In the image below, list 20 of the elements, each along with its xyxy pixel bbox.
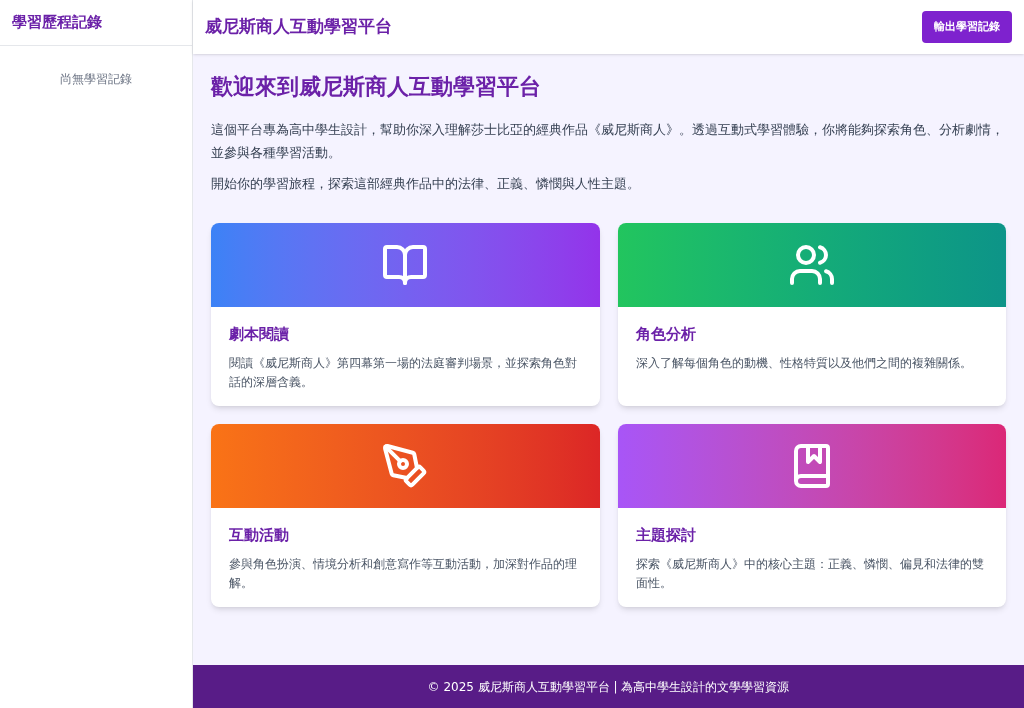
welcome-heading: 歡迎來到威尼斯商人互動學習平台 bbox=[211, 73, 542, 101]
feature-card[interactable]: 角色分析 深入了解每個角色的動機、性格特質以及他們之間的複雜關係。 bbox=[617, 223, 1006, 407]
card-description: 深入了解每個角色的動機、性格特質以及他們之間的複雜關係。 bbox=[635, 354, 973, 372]
intro-paragraph: 這個平台專為高中學生設計，幫助你深入理解莎士比亞的經典作品《威尼斯商人》。透過互動式學習體驗，你將能夠探索角色、分析劇情，並參與各種學習活動。 bbox=[211, 121, 1005, 162]
feature-card[interactable]: 劇本閱讀 閱讀《威尼斯商人》第四幕第一場的法庭審判場景，並探索角色對話的深層含義。 bbox=[211, 223, 600, 407]
card-title: 主題探討 bbox=[635, 525, 697, 547]
card-title: 互動活動 bbox=[229, 525, 290, 547]
feature-card[interactable]: 互動活動 參與角色扮演、情境分析和創意寫作等互動活動，加深對作品的理解。 bbox=[211, 424, 600, 608]
card-title: 劇本閱讀 bbox=[229, 324, 290, 346]
export-button[interactable]: 輸出學習記錄 bbox=[922, 10, 1012, 44]
card-description: 閱讀《威尼斯商人》第四幕第一場的法庭審判場景，並探索角色對話的深層含義。 bbox=[229, 354, 578, 392]
intro-paragraph: 開始你的學習旅程，探索這部經典作品中的法律、正義、憐憫與人性主題。 bbox=[211, 174, 641, 193]
card-description: 參與角色扮演、情境分析和創意寫作等互動活動，加深對作品的理解。 bbox=[229, 555, 578, 593]
sidebar-title: 學習歷程記錄 bbox=[12, 12, 102, 34]
app-title: 威尼斯商人互動學習平台 bbox=[205, 15, 392, 39]
feature-card[interactable]: 主題探討 探索《威尼斯商人》中的核心主題：正義、憐憫、偏見和法律的雙面性。 bbox=[617, 424, 1006, 608]
empty-message: 尚無學習記錄 bbox=[60, 71, 132, 88]
footer-text: © 2025 威尼斯商人互動學習平台 | 為高中學生設計的文學學習資源 bbox=[427, 678, 790, 696]
card-title: 角色分析 bbox=[635, 324, 697, 346]
card-description: 探索《威尼斯商人》中的核心主題：正義、憐憫、偏見和法律的雙面性。 bbox=[635, 555, 985, 593]
